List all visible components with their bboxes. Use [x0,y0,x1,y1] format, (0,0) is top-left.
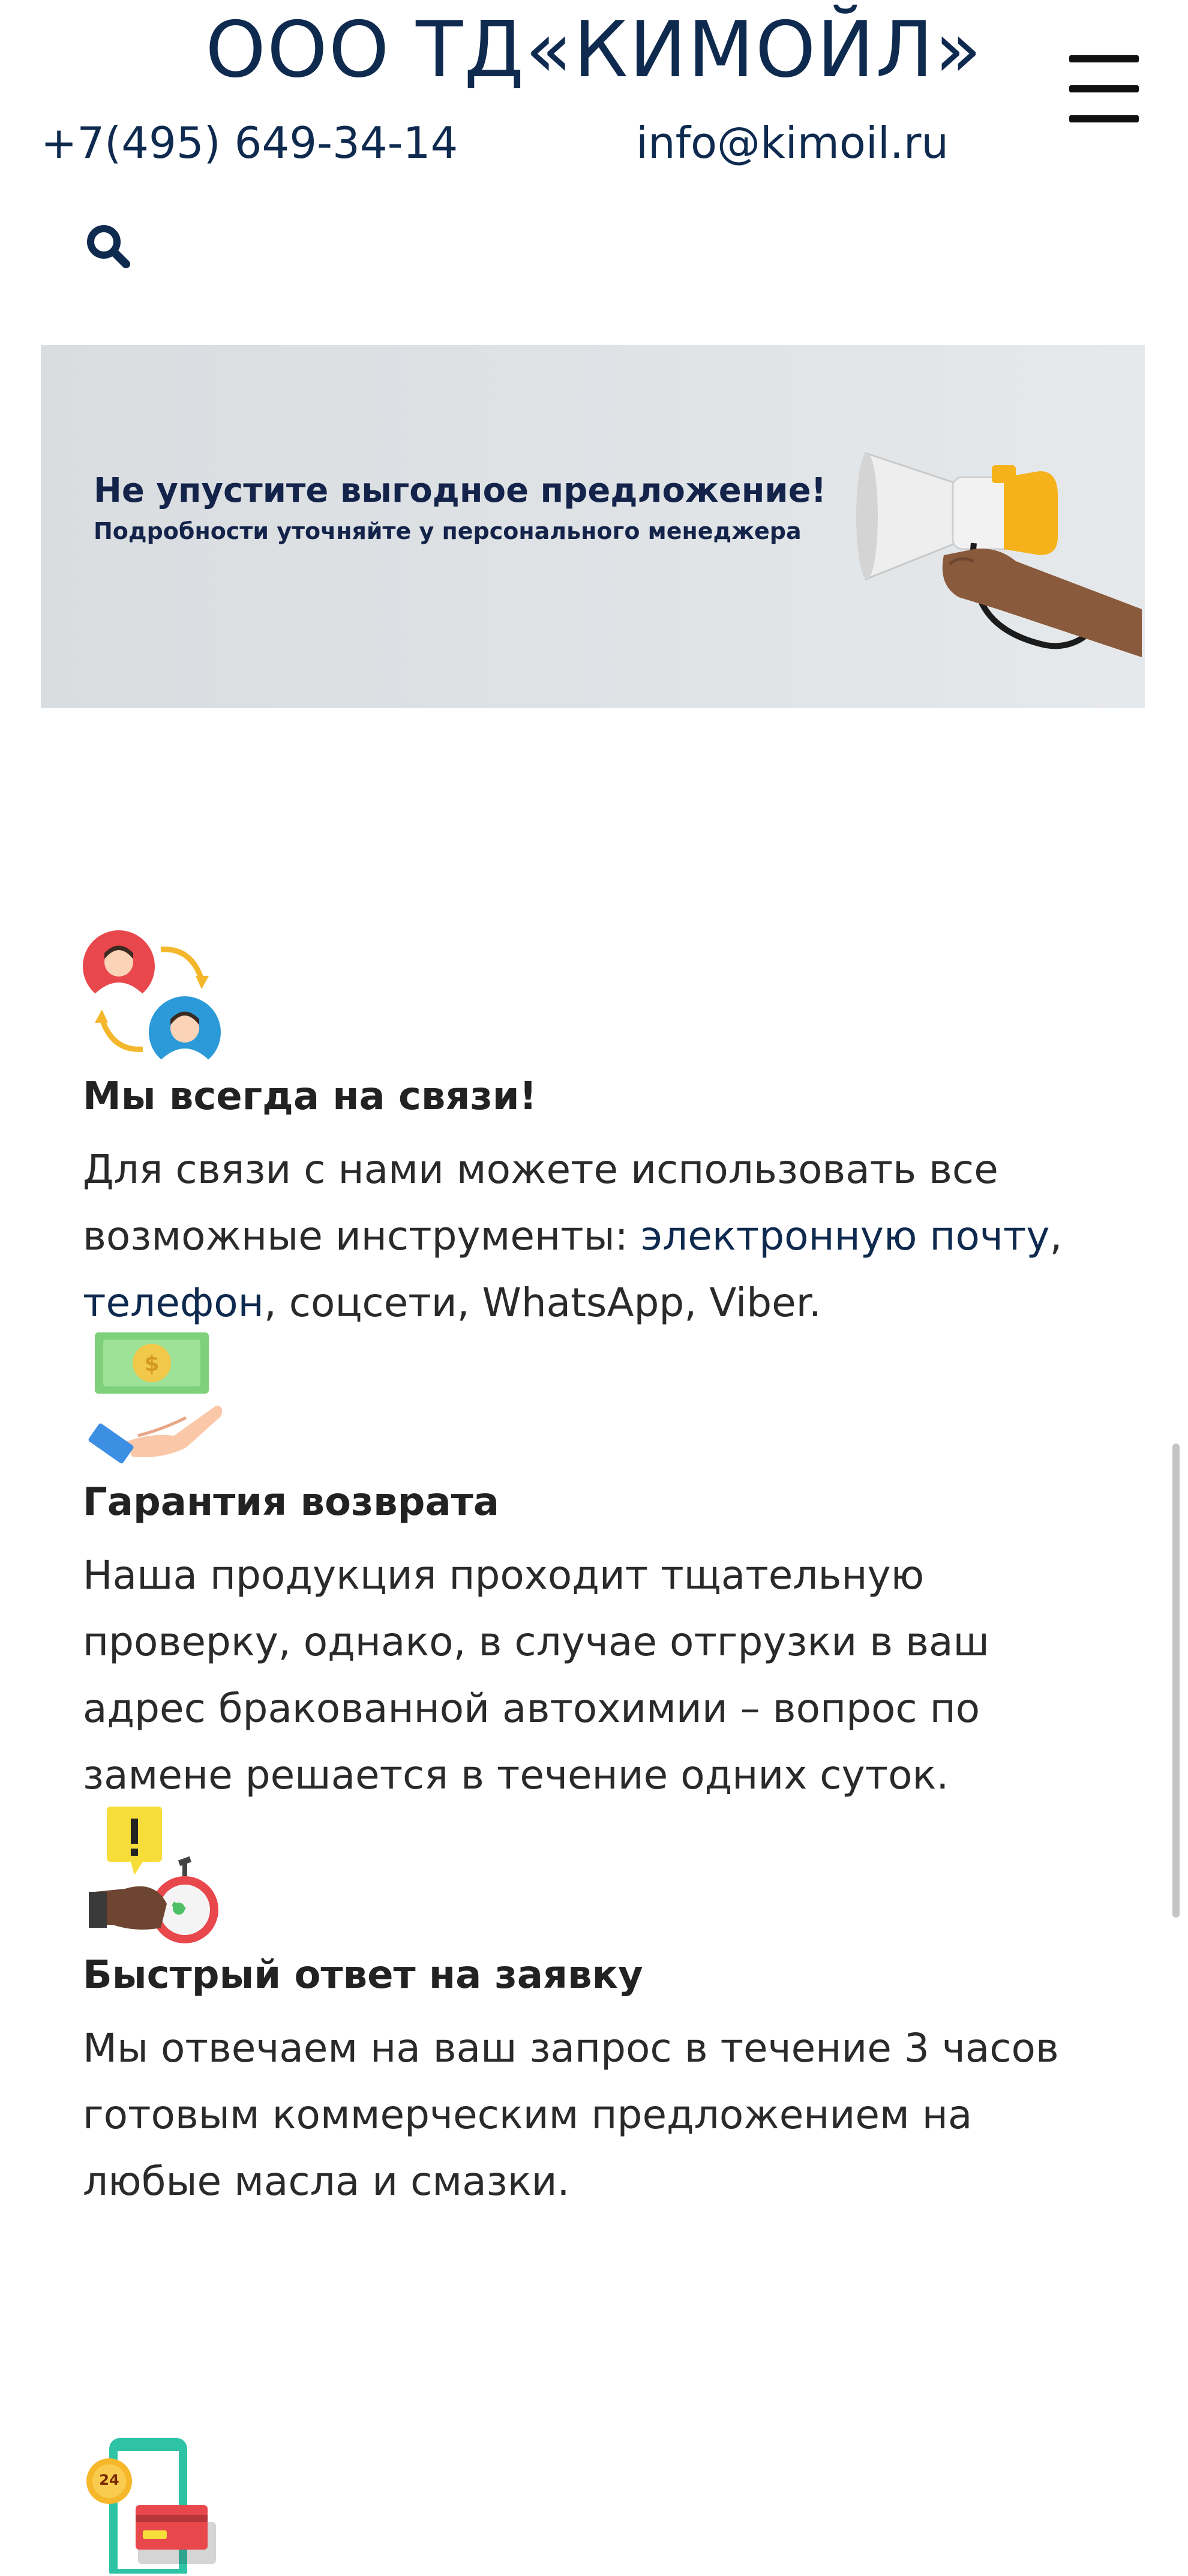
badge-24: 24 [99,2472,119,2488]
phone-link[interactable]: +7(495) 649-34-14 [41,118,458,168]
people-exchange-icon [82,929,223,1071]
hamburger-menu-icon[interactable] [1069,55,1139,122]
email-inline-link[interactable]: электронную почту [641,1213,1050,1259]
feature-text: Мы отвечаем на ваш запрос в течение 3 ча… [83,2025,1059,2204]
phone-24-card-icon: 24 [84,2432,228,2576]
feature-title: Гарантия возврата [83,1480,499,1524]
page-scrollbar[interactable] [1172,1443,1180,1918]
fast-response-stopwatch-icon [89,1802,233,1952]
feature-text-separator: , [1049,1213,1063,1259]
banner-title: Не упустите выгодное предложение! [94,471,827,510]
feature-title: Мы всегда на связи! [83,1074,537,1119]
svg-text:$: $ [144,1352,159,1376]
feature-text: Для связи с нами можете использовать все… [83,1136,1115,1336]
site-title[interactable]: ООО ТД«КИМОЙЛ» [0,12,1188,89]
money-in-hand-icon: $ [84,1328,228,1472]
banner-subtitle: Подробности уточняйте у персонального ме… [94,518,802,544]
phone-inline-link[interactable]: телефон [83,1280,264,1326]
search-icon[interactable] [84,222,132,270]
megaphone-image [854,405,1142,681]
promo-banner[interactable]: Не упустите выгодное предложение! Подроб… [41,345,1145,708]
feature-title: Быстрый ответ на заявку [83,1953,643,1997]
feature-text: Наша продукция проходит тщательную прове… [83,1552,989,1798]
email-link[interactable]: info@kimoil.ru [636,118,949,168]
feature-text-part: , соцсети, WhatsApp, Viber. [263,1280,821,1326]
